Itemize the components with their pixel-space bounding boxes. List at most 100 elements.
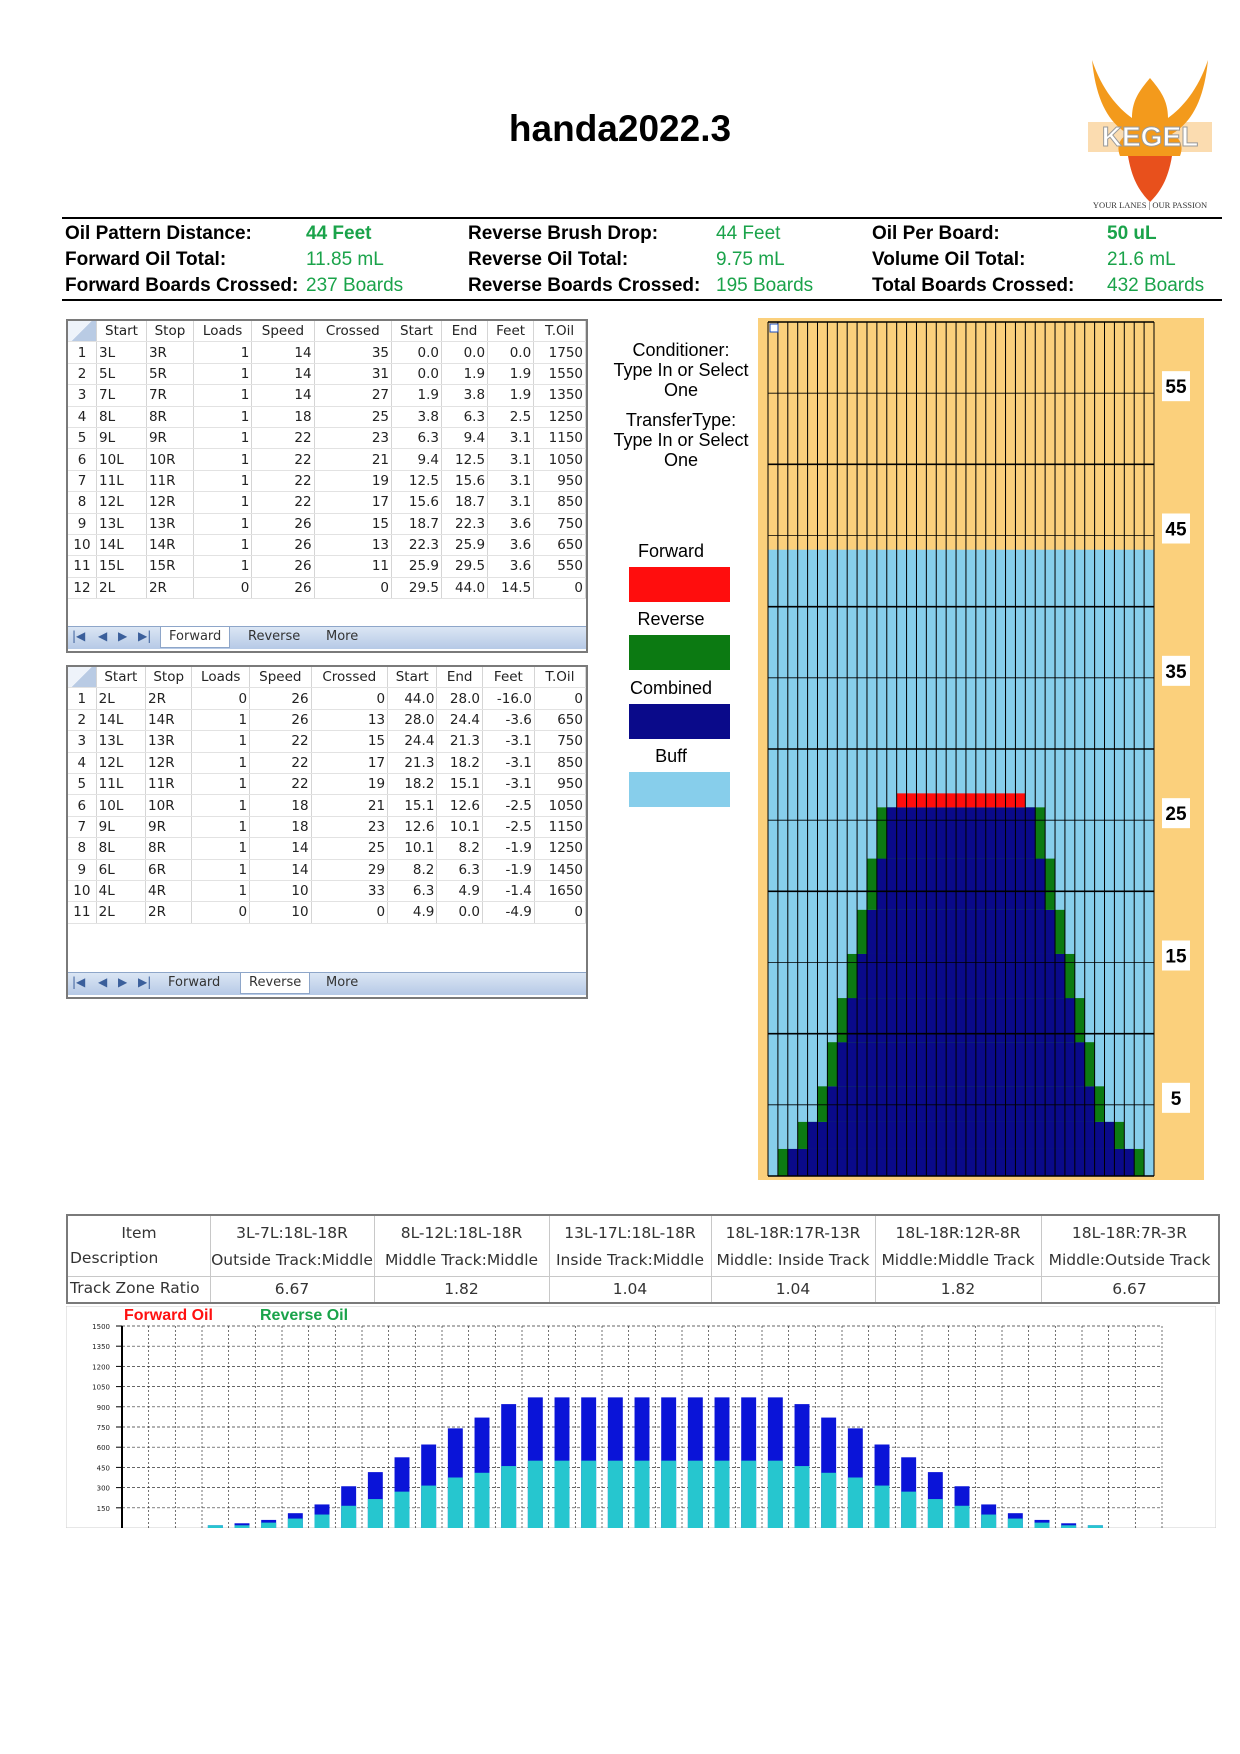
tab-reverse[interactable]: Reverse bbox=[240, 627, 308, 647]
table-cell[interactable]: 26 bbox=[251, 577, 315, 600]
table-row[interactable]: 1 3L 3R 1 14 35 0.0 0.0 0.0 1750 bbox=[68, 341, 586, 364]
table-cell[interactable]: 11R bbox=[145, 773, 193, 796]
table-row[interactable]: 4 8L 8R 1 18 25 3.8 6.3 2.5 1250 bbox=[68, 406, 586, 428]
table-cell[interactable]: 750 bbox=[534, 730, 587, 753]
table-cell[interactable]: 21 bbox=[314, 448, 393, 471]
table-row[interactable]: 8 8L 8R 1 14 25 10.1 8.2 -1.9 1250 bbox=[68, 837, 587, 860]
table-cell[interactable]: 22 bbox=[251, 448, 315, 471]
table-cell[interactable]: 1 bbox=[191, 794, 251, 817]
table-cell[interactable]: 1250 bbox=[534, 837, 587, 860]
table-cell[interactable]: 18 bbox=[249, 816, 312, 839]
table-cell[interactable]: 8.2 bbox=[387, 859, 438, 881]
table-cell[interactable]: 2L bbox=[96, 901, 147, 924]
next-sheet-icon[interactable]: ▶ bbox=[118, 629, 127, 643]
table-cell[interactable]: 13L bbox=[96, 513, 147, 535]
table-cell[interactable]: 11L bbox=[96, 773, 147, 796]
table-cell[interactable]: 21 bbox=[311, 794, 389, 817]
table-cell[interactable]: 1 bbox=[193, 555, 253, 578]
table-cell[interactable]: 26 bbox=[251, 555, 315, 578]
table-cell[interactable]: 33 bbox=[311, 880, 389, 903]
table-row[interactable]: 1 2L 2R 0 26 0 44.0 28.0 -16.0 0 bbox=[68, 687, 587, 710]
table-cell[interactable]: 0 bbox=[534, 901, 587, 924]
table-row[interactable]: 11 2L 2R 0 10 0 4.9 0.0 -4.9 0 bbox=[68, 901, 587, 924]
table-cell[interactable]: 2R bbox=[145, 901, 193, 924]
table-cell[interactable]: 15L bbox=[96, 555, 147, 578]
table-cell[interactable]: 0 bbox=[193, 577, 253, 600]
table-cell[interactable]: 6L bbox=[96, 859, 147, 881]
table-cell[interactable]: 2L bbox=[96, 577, 147, 600]
table-cell[interactable]: -2.5 bbox=[482, 816, 535, 839]
table-cell[interactable]: 1 bbox=[191, 859, 251, 881]
table-cell[interactable]: 9.4 bbox=[441, 427, 489, 450]
table-cell[interactable]: 18.7 bbox=[441, 491, 489, 514]
table-cell[interactable]: 0.0 bbox=[391, 363, 442, 386]
table-cell[interactable]: 6.3 bbox=[441, 406, 489, 428]
table-cell[interactable]: 5L bbox=[96, 363, 147, 386]
table-cell[interactable]: 14 bbox=[251, 384, 315, 407]
table-cell[interactable]: 15R bbox=[146, 555, 194, 578]
table-cell[interactable]: 12.6 bbox=[436, 794, 483, 817]
table-cell[interactable]: 10 bbox=[249, 880, 312, 903]
table-cell[interactable]: -3.1 bbox=[482, 752, 535, 774]
table-cell[interactable]: 13L bbox=[96, 730, 147, 753]
table-cell[interactable]: 1350 bbox=[533, 384, 586, 407]
table-cell[interactable]: 23 bbox=[314, 427, 393, 450]
prev-sheet-icon[interactable]: ◀ bbox=[98, 629, 107, 643]
table-cell[interactable]: 27 bbox=[314, 384, 393, 407]
table-cell[interactable]: 22 bbox=[249, 752, 312, 774]
table-cell[interactable]: 18 bbox=[251, 406, 315, 428]
table-cell[interactable]: 25.9 bbox=[391, 555, 442, 578]
table-cell[interactable]: 13 bbox=[314, 534, 393, 557]
table-row[interactable]: 8 12L 12R 1 22 17 15.6 18.7 3.1 850 bbox=[68, 491, 586, 514]
table-cell[interactable]: 12R bbox=[145, 752, 193, 774]
table-cell[interactable]: 1150 bbox=[534, 816, 587, 839]
table-cell[interactable]: 950 bbox=[534, 773, 587, 796]
table-cell[interactable]: 650 bbox=[534, 709, 587, 732]
table-cell[interactable]: 6.3 bbox=[391, 427, 442, 450]
table-cell[interactable]: 15.1 bbox=[387, 794, 438, 817]
table-cell[interactable]: 0 bbox=[191, 687, 251, 710]
table-cell[interactable]: 0 bbox=[314, 577, 393, 600]
table-row[interactable]: 12 2L 2R 0 26 0 29.5 44.0 14.5 0 bbox=[68, 577, 586, 600]
table-cell[interactable]: 15.1 bbox=[436, 773, 483, 796]
table-cell[interactable]: 10.1 bbox=[436, 816, 483, 839]
conditioner-block[interactable]: Conditioner: Type In or Select One Trans… bbox=[606, 340, 756, 470]
table-cell[interactable]: 15 bbox=[311, 730, 389, 753]
table-cell[interactable]: 2L bbox=[96, 687, 147, 710]
table-cell[interactable]: 1 bbox=[191, 752, 251, 774]
table-row[interactable]: 5 9L 9R 1 22 23 6.3 9.4 3.1 1150 bbox=[68, 427, 586, 450]
table-cell[interactable]: 1.9 bbox=[441, 363, 489, 386]
table-cell[interactable]: 14R bbox=[146, 534, 194, 557]
table-cell[interactable]: 9R bbox=[145, 816, 193, 839]
table-cell[interactable]: 10L bbox=[96, 448, 147, 471]
table-cell[interactable]: 12L bbox=[96, 752, 147, 774]
table-cell[interactable]: 18.7 bbox=[391, 513, 442, 535]
table-cell[interactable]: 1 bbox=[191, 773, 251, 796]
table-cell[interactable]: 13R bbox=[146, 513, 194, 535]
table-cell[interactable]: 1.9 bbox=[487, 384, 535, 407]
table-cell[interactable]: 25.9 bbox=[441, 534, 489, 557]
table-cell[interactable]: 0.0 bbox=[436, 901, 483, 924]
table-cell[interactable]: 4.9 bbox=[436, 880, 483, 903]
table-cell[interactable]: 950 bbox=[533, 470, 586, 493]
first-sheet-icon[interactable]: |◀ bbox=[72, 975, 85, 989]
table-row[interactable]: 10 4L 4R 1 10 33 6.3 4.9 -1.4 1650 bbox=[68, 880, 587, 903]
table-cell[interactable]: 22 bbox=[251, 427, 315, 450]
table-cell[interactable]: 1.9 bbox=[391, 384, 442, 407]
table-cell[interactable]: 44.0 bbox=[441, 577, 489, 600]
table-cell[interactable]: 1 bbox=[191, 709, 251, 732]
table-cell[interactable]: 14L bbox=[96, 534, 147, 557]
table-cell[interactable]: 22 bbox=[249, 730, 312, 753]
table-cell[interactable]: 12.5 bbox=[441, 448, 489, 471]
table-row[interactable]: 11 15L 15R 1 26 11 25.9 29.5 3.6 550 bbox=[68, 555, 586, 578]
table-cell[interactable]: 25 bbox=[311, 837, 389, 860]
table-cell[interactable]: 1 bbox=[191, 837, 251, 860]
table-cell[interactable]: 22.3 bbox=[441, 513, 489, 535]
table-cell[interactable]: 1 bbox=[193, 513, 253, 535]
table-cell[interactable]: 17 bbox=[311, 752, 389, 774]
table-cell[interactable]: 31 bbox=[314, 363, 393, 386]
table-cell[interactable]: 22 bbox=[249, 773, 312, 796]
table-cell[interactable]: 1 bbox=[193, 384, 253, 407]
table-cell[interactable]: 26 bbox=[249, 687, 312, 710]
table-cell[interactable]: 15 bbox=[314, 513, 393, 535]
